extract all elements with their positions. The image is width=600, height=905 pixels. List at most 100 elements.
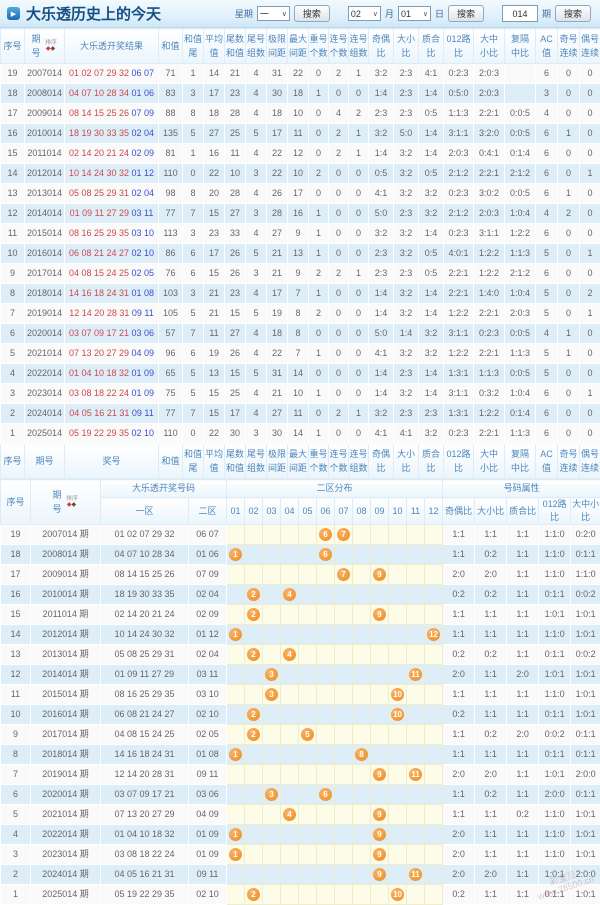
month-select[interactable]: 02 ∨ [348, 6, 381, 21]
stat-cell: 1 [349, 404, 369, 424]
attr-cell: 1:1 [507, 845, 539, 865]
back-number-ball: 11 [409, 768, 422, 781]
chevron-down-icon: ∨ [423, 10, 428, 18]
attr-cell: 1:1 [507, 825, 539, 845]
col-header: 大中小比 [474, 444, 505, 479]
date-search-button[interactable]: 搜索 [448, 5, 484, 22]
issue-input[interactable] [502, 5, 538, 22]
col-header: 连号个数 [329, 29, 349, 64]
stat-cell: 6 [536, 384, 558, 404]
issue-search-button[interactable]: 搜索 [555, 5, 591, 22]
table-row: 62020014 期03 07 09 17 2103 06361:10:21:1… [1, 785, 600, 805]
back-zone-cell: 09 11 [189, 865, 227, 885]
stat-cell: 1:0:4 [505, 204, 536, 224]
stat-cell: 0 [329, 84, 349, 104]
result-cell: 05 08 25 29 31 02 04 [65, 184, 159, 204]
stat-cell: 2 [309, 264, 329, 284]
result-cell: 03 07 09 17 21 03 06 [65, 324, 159, 344]
back-number-ball: 4 [283, 648, 296, 661]
stat-cell: 28 [225, 104, 246, 124]
attr-cell: 1:0:1 [571, 885, 600, 905]
t2-issue-header[interactable]: 期号排序◆◆ [31, 480, 101, 525]
col-header: 奖号 [65, 444, 159, 479]
attr-cell: 1:1 [507, 685, 539, 705]
stat-cell: 28 [267, 204, 288, 224]
table-row: 8201801414 16 18 24 31 01 08103321234177… [1, 284, 600, 304]
dist-col-header: 10 [389, 498, 407, 525]
dist-cell [353, 765, 371, 785]
stat-cell: 17 [204, 244, 225, 264]
seq-cell: 1 [1, 424, 25, 444]
stat-cell: 3:2 [394, 144, 419, 164]
table-row: 12201401401 09 11 27 29 03 1177715273281… [1, 204, 600, 224]
dist-cell [425, 605, 443, 625]
back-number-ball: 2 [247, 708, 260, 721]
col-header: 奇偶比 [369, 444, 394, 479]
table-row: 22024014 期04 05 16 21 3109 119112:02:01:… [1, 865, 600, 885]
stat-cell: 6 [536, 144, 558, 164]
back-number-ball: 6 [319, 548, 332, 561]
dist-cell [389, 725, 407, 745]
dist-cell [317, 865, 335, 885]
stat-cell: 5 [536, 244, 558, 264]
stat-cell: 2 [329, 264, 349, 284]
issue-label: 期 [542, 7, 551, 20]
dist-cell [407, 725, 425, 745]
week-search-button[interactable]: 搜索 [294, 5, 330, 22]
attr-cell: 0:0:2 [539, 725, 571, 745]
dist-cell [353, 665, 371, 685]
dist-cell [227, 585, 245, 605]
zone2-header: 二区 [189, 498, 227, 525]
issue-cell: 2019014 期 [31, 765, 101, 785]
dist-cell [425, 525, 443, 545]
stat-cell: 8 [288, 304, 309, 324]
front-zone-numbers: 12 14 20 28 31 [69, 308, 129, 318]
col-header: 大小比 [394, 444, 419, 479]
stat-cell: 11 [288, 124, 309, 144]
dist-cell [407, 545, 425, 565]
stat-cell: 28 [225, 184, 246, 204]
dist-cell [425, 645, 443, 665]
stat-cell: 31 [267, 64, 288, 84]
stat-cell: 1:4 [369, 384, 394, 404]
stat-cell: 5 [183, 364, 204, 384]
attr-cell: 1:1 [475, 605, 507, 625]
back-zone-numbers: 02 05 [132, 268, 155, 278]
dist-cell [299, 745, 317, 765]
issue-cell: 2008014 期 [31, 545, 101, 565]
dist-cell [245, 845, 263, 865]
dist-cell [227, 805, 245, 825]
attr-cell: 0:1:1 [539, 885, 571, 905]
stat-cell: 4 [246, 84, 267, 104]
dist-cell [389, 825, 407, 845]
seq-cell: 15 [1, 144, 25, 164]
col-header: 和值尾 [183, 29, 204, 64]
table-row: 142012014 期10 14 24 30 3201 121121:11:11… [1, 625, 600, 645]
stat-cell: 6 [536, 64, 558, 84]
stat-cell: 135 [159, 124, 183, 144]
issue-cell: 2011014 [25, 144, 65, 164]
stat-cell: 113 [159, 224, 183, 244]
stat-cell: 5 [246, 124, 267, 144]
sort-icon[interactable]: 排序◆◆ [44, 39, 58, 53]
stat-cell: 0 [309, 64, 329, 84]
dist-cell [335, 605, 353, 625]
day-select[interactable]: 01 ∨ [398, 6, 431, 21]
issue-cell: 2014014 [25, 204, 65, 224]
stat-cell: 5 [536, 364, 558, 384]
day-label: 日 [435, 7, 444, 20]
sort-icon[interactable]: 排序◆◆ [65, 495, 79, 509]
col-header: 012路比 [444, 444, 474, 479]
table-row: 122014014 期01 09 11 27 2903 113112:01:12… [1, 665, 600, 685]
dist-cell [281, 745, 299, 765]
stat-cell: 0 [558, 144, 580, 164]
stat-cell: 1:2:2 [474, 264, 505, 284]
attr-cell: 1:1 [475, 665, 507, 685]
seq-cell: 6 [1, 324, 25, 344]
back-number-ball: 2 [247, 648, 260, 661]
dist-cell [281, 565, 299, 585]
stat-cell: 17 [267, 284, 288, 304]
t2-attr-group-header: 号码属性 [443, 480, 600, 498]
week-select[interactable]: 一 ∨ [257, 6, 290, 21]
stat-cell: 2:2:1 [444, 264, 474, 284]
